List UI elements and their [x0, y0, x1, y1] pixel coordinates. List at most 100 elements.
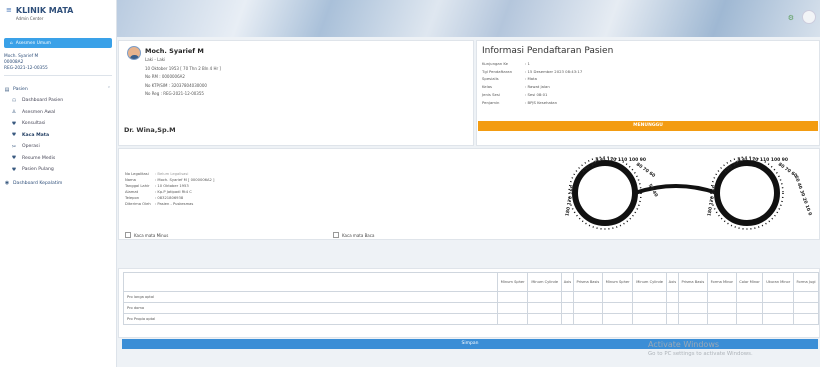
- rx-cell[interactable]: [527, 302, 562, 314]
- sidebar-item-label: Asesmen Umum: [15, 40, 51, 46]
- rx-cell[interactable]: [793, 302, 819, 314]
- table-header: Minum Spher: [601, 272, 634, 292]
- sidebar-item-kaca-mata[interactable]: ♥ Kaca Mata: [0, 130, 116, 142]
- sidebar-item-active[interactable]: ⌂ Asesmen Umum: [4, 38, 112, 48]
- dashboard-icon: ⚇: [11, 97, 17, 104]
- rx-cell[interactable]: [735, 302, 764, 314]
- table-header: Minum Spher: [496, 272, 529, 292]
- checkbox-kaca-mata-minus[interactable]: Kaca mata Minus: [125, 232, 168, 238]
- rx-cell[interactable]: [762, 313, 794, 325]
- rx-cell[interactable]: [793, 313, 819, 325]
- app-title: KLINIK MATA: [15, 6, 74, 15]
- table-header: [123, 272, 498, 292]
- sidebar-item-dashboard-pasien[interactable]: ⚇ Dashboard Pasien: [0, 95, 116, 107]
- rx-table-card: Minum Spher Minum Cylinde Axis Prisma Ba…: [118, 268, 820, 338]
- checkbox-label: Kaca mata Minus: [134, 232, 169, 238]
- clipboard-icon: ▤: [4, 86, 10, 93]
- rx-cell[interactable]: [632, 313, 667, 325]
- rx-cell[interactable]: [762, 302, 794, 314]
- rx-cell[interactable]: [601, 313, 634, 325]
- rx-cell[interactable]: [762, 291, 794, 303]
- patient-gender: Laki - Laki: [145, 57, 166, 62]
- rx-cell[interactable]: [677, 313, 708, 325]
- reg-row: Kelas: Rawat Jalan: [482, 84, 550, 90]
- watermark-line1: Activate Windows: [648, 340, 720, 349]
- table-header: Forma Minor: [706, 272, 737, 292]
- patient-name: Moch. Syarief M: [145, 47, 204, 55]
- gauge-icon: ◉: [4, 180, 10, 186]
- sidebar-item-label: Asesmen Awal: [22, 109, 56, 115]
- rx-cell[interactable]: [793, 291, 819, 303]
- checkbox-box[interactable]: [333, 232, 339, 238]
- menu-head-label: Pasien: [13, 87, 28, 92]
- hamburger-icon[interactable]: ≡: [6, 6, 12, 14]
- reg-row: Kunjungan Ke: 1: [482, 61, 530, 66]
- sidebar-item-label: Konsultasi: [22, 121, 46, 127]
- sidebar-item-label: Dashboard Kepalatim: [13, 180, 63, 186]
- table-header: Forma Jugi: [793, 272, 819, 292]
- glasses-rows: No Legalitasi: Belum Legalisasi Nama: Mo…: [125, 171, 215, 207]
- rx-cell[interactable]: [706, 302, 737, 314]
- sidebar-item-label: Kaca Mata: [22, 132, 50, 138]
- patient-ktp: No KTP/SIM : 32037804030000: [145, 82, 207, 88]
- rx-cell[interactable]: [665, 291, 679, 303]
- rx-table: Minum Spher Minum Cylinde Axis Prisma Ba…: [123, 272, 819, 325]
- svg-text:50 40 30 20 10 0: 50 40 30 20 10 0: [793, 175, 813, 217]
- gear-icon[interactable]: ⚙: [788, 14, 794, 22]
- rx-cell[interactable]: [632, 291, 667, 303]
- user-block: Moch. Syarief M 00008A2 REG-2021-12-0035…: [4, 54, 112, 76]
- user-avatar[interactable]: [802, 10, 816, 24]
- sidebar-item-label: Pasien Pulang: [22, 167, 54, 173]
- table-header: Minum Cylinde: [527, 272, 562, 292]
- rx-cell[interactable]: [496, 302, 529, 314]
- chevron-down-icon: ˅: [107, 87, 110, 92]
- rx-cell[interactable]: [706, 291, 737, 303]
- rx-cell[interactable]: [665, 302, 679, 314]
- sidebar-item-pasien-pulang[interactable]: ♥ Pasien Pulang: [0, 164, 116, 176]
- doctor-name: Dr. Wina,Sp.M: [124, 126, 176, 134]
- menu-head-pasien[interactable]: ▤ Pasien ˅: [0, 84, 116, 95]
- exit-icon: ♥: [11, 166, 17, 173]
- rx-cell[interactable]: [496, 291, 529, 303]
- rx-cell[interactable]: [561, 302, 574, 314]
- sidebar-item-asesmen-awal[interactable]: ♙ Asesmen Awal: [0, 107, 116, 119]
- top-header: ⚙: [117, 0, 820, 37]
- rx-cell[interactable]: [572, 313, 603, 325]
- sidebar-item-konsultasi[interactable]: ♥ Konsultasi: [0, 118, 116, 130]
- checkbox-box[interactable]: [125, 232, 131, 238]
- sidebar: ≡ KLINIK MATA Admin Center ⌂ Asesmen Umu…: [0, 0, 117, 367]
- rx-cell[interactable]: [677, 291, 708, 303]
- rx-cell[interactable]: [572, 302, 603, 314]
- rx-cell[interactable]: [665, 313, 679, 325]
- glasses-axis-diagram[interactable]: 180 170 160 150 140 130 120 110 100 90 8…: [546, 149, 820, 241]
- registration-title: Informasi Pendaftaran Pasien: [482, 46, 614, 56]
- glasses-card: No Legalitasi: Belum Legalisasi Nama: Mo…: [118, 148, 820, 240]
- sidebar-item-dashboard-kepalatim[interactable]: ◉ Dashboard Kepalatim: [0, 178, 116, 189]
- checkbox-kaca-mata-baca[interactable]: Kaca mata Baca: [333, 232, 374, 238]
- rx-cell[interactable]: [527, 291, 562, 303]
- rx-cell[interactable]: [601, 291, 634, 303]
- rx-cell[interactable]: [735, 313, 764, 325]
- rx-cell[interactable]: [601, 302, 634, 314]
- reg-row: Tgl Pendaftaran: 15 Desember 2023 08:43:…: [482, 68, 583, 74]
- stethoscope-icon: ♥: [11, 120, 17, 127]
- rx-cell[interactable]: [706, 313, 737, 325]
- patient-dob: 10 Oktober 1953 [ 70 Thn 2 Bln 4 Hr ]: [145, 65, 221, 71]
- rx-cell[interactable]: [561, 313, 574, 325]
- rx-cell[interactable]: [527, 313, 562, 325]
- sidebar-item-operasi[interactable]: ✂ Operasi: [0, 141, 116, 153]
- table-header: Prisma Basis: [677, 272, 708, 292]
- rx-cell[interactable]: [677, 302, 708, 314]
- row-label: Pro longa optal: [123, 291, 498, 303]
- rx-cell[interactable]: [561, 291, 574, 303]
- rx-cell[interactable]: [735, 291, 764, 303]
- table-header: Minum Cylinde: [632, 272, 667, 292]
- rx-cell[interactable]: [572, 291, 603, 303]
- rx-cell[interactable]: [632, 302, 667, 314]
- patient-rm: No RM : 0000006A2: [145, 74, 185, 80]
- rx-cell[interactable]: [496, 313, 529, 325]
- scissors-icon: ✂: [11, 143, 17, 150]
- status-badge: MENUNGGU: [478, 121, 818, 131]
- sidebar-item-resume-medis[interactable]: ♥ Resume Medis: [0, 153, 116, 165]
- sidebar-item-label: Operasi: [22, 144, 40, 150]
